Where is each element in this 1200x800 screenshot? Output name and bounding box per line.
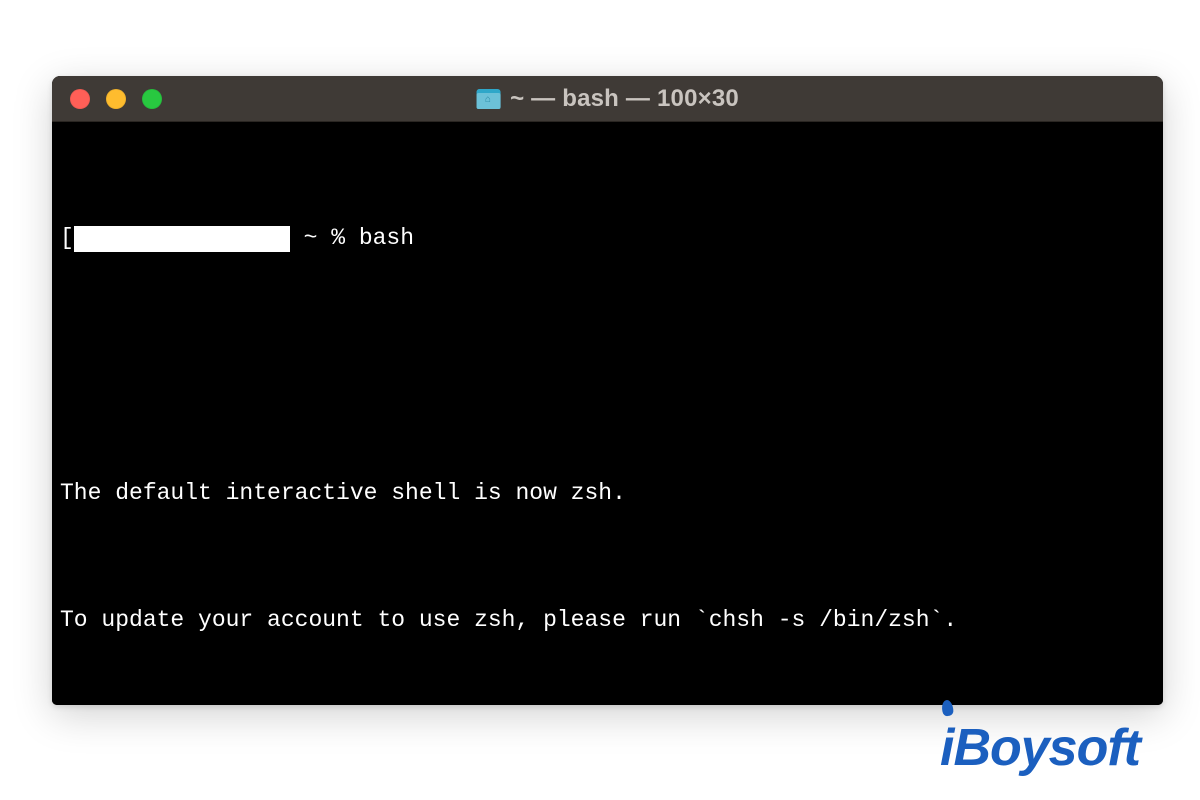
redacted-username <box>74 226 290 252</box>
watermark-logo: iBoysoft <box>940 718 1140 778</box>
output-text: To update your account to use zsh, pleas… <box>60 605 957 637</box>
minimize-icon[interactable] <box>106 89 126 109</box>
terminal-line <box>52 350 1163 382</box>
window-title: ⌂ ~ — bash — 100×30 <box>476 85 739 113</box>
window-titlebar[interactable]: ⌂ ~ — bash — 100×30 <box>52 76 1163 122</box>
terminal-line: [ ~ % bash <box>52 223 1163 255</box>
prompt-text: [ <box>60 223 74 255</box>
window-controls <box>52 89 162 109</box>
watermark-text: iBoysoft <box>940 718 1140 778</box>
prompt-text: ~ % <box>290 223 359 255</box>
home-folder-icon: ⌂ <box>476 89 500 109</box>
terminal-window: ⌂ ~ — bash — 100×30 [ ~ % bash The defau… <box>52 76 1163 705</box>
zoom-icon[interactable] <box>142 89 162 109</box>
output-text: The default interactive shell is now zsh… <box>60 478 626 510</box>
close-icon[interactable] <box>70 89 90 109</box>
terminal-line: To update your account to use zsh, pleas… <box>52 605 1163 637</box>
terminal-line: The default interactive shell is now zsh… <box>52 478 1163 510</box>
window-title-text: ~ — bash — 100×30 <box>510 85 739 113</box>
command-text: bash <box>359 223 414 255</box>
terminal-body[interactable]: [ ~ % bash The default interactive shell… <box>52 122 1163 705</box>
